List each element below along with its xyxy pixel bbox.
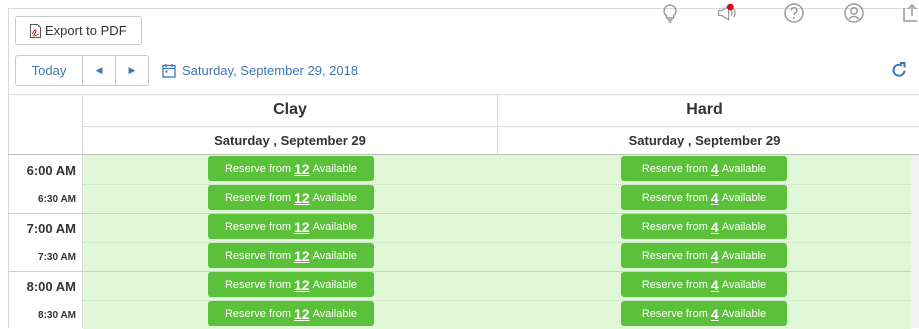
help-icon[interactable] xyxy=(783,2,805,24)
court-header-hard: Hard xyxy=(686,101,723,118)
reserve-count: 4 xyxy=(710,189,719,206)
time-label: 7:30 AM xyxy=(38,252,76,263)
today-button[interactable]: Today xyxy=(16,56,83,85)
export-pdf-label: Export to PDF xyxy=(45,23,127,38)
reserve-suffix: Available xyxy=(312,249,358,262)
reserve-suffix: Available xyxy=(721,249,767,262)
scrollbar[interactable] xyxy=(911,155,919,328)
reserve-count: 4 xyxy=(710,160,719,177)
reserve-prefix: Reserve from xyxy=(224,307,291,320)
user-icon[interactable] xyxy=(843,2,865,24)
date-picker[interactable]: Saturday, September 29, 2018 xyxy=(162,63,358,78)
time-label: 6:30 AM xyxy=(38,194,76,205)
reserve-button-hard[interactable]: Reserve from 4 Available xyxy=(621,185,787,210)
reserve-button-clay[interactable]: Reserve from 12 Available xyxy=(208,214,374,239)
pdf-file-icon xyxy=(30,23,41,38)
reserve-prefix: Reserve from xyxy=(641,162,708,175)
reserve-suffix: Available xyxy=(721,278,767,291)
reserve-count: 12 xyxy=(294,218,310,235)
time-label: 8:30 AM xyxy=(38,310,76,321)
reserve-suffix: Available xyxy=(312,162,358,175)
reserve-count: 12 xyxy=(294,160,310,177)
reserve-prefix: Reserve from xyxy=(641,191,708,204)
reserve-count: 4 xyxy=(710,276,719,293)
reserve-count: 12 xyxy=(294,276,310,293)
reserve-suffix: Available xyxy=(312,191,358,204)
reserve-count: 12 xyxy=(294,305,310,322)
reserve-button-hard[interactable]: Reserve from 4 Available xyxy=(621,272,787,297)
reserve-count: 4 xyxy=(710,305,719,322)
lightbulb-icon[interactable] xyxy=(659,2,681,24)
reserve-suffix: Available xyxy=(721,307,767,320)
slot-divider xyxy=(83,184,911,185)
arrow-right-icon: ▶ xyxy=(128,65,136,75)
court-date-clay: Saturday , September 29 xyxy=(214,132,366,148)
reserve-button-clay[interactable]: Reserve from 12 Available xyxy=(208,185,374,210)
time-label: 8:00 AM xyxy=(26,279,76,294)
reserve-prefix: Reserve from xyxy=(641,307,708,320)
court-date-hard: Saturday , September 29 xyxy=(628,132,781,148)
reserve-count: 4 xyxy=(710,218,719,235)
reservation-grid: Clay Hard Saturday , September 29 Saturd… xyxy=(8,94,919,329)
reserve-button-clay[interactable]: Reserve from 12 Available xyxy=(208,301,374,326)
reserve-prefix: Reserve from xyxy=(224,278,291,291)
reserve-button-hard[interactable]: Reserve from 4 Available xyxy=(621,156,787,181)
reserve-button-hard[interactable]: Reserve from 4 Available xyxy=(621,301,787,326)
next-day-button[interactable]: ▶ xyxy=(115,56,148,85)
date-navigation: Today ◀ ▶ xyxy=(15,55,149,86)
time-label: 6:00 AM xyxy=(26,163,76,178)
reserve-prefix: Reserve from xyxy=(641,220,708,233)
slot-divider xyxy=(83,242,911,243)
reserve-suffix: Available xyxy=(312,278,358,291)
arrow-left-icon: ◀ xyxy=(95,65,103,75)
previous-day-button[interactable]: ◀ xyxy=(83,56,115,85)
reserve-button-clay[interactable]: Reserve from 12 Available xyxy=(208,156,374,181)
reserve-button-hard[interactable]: Reserve from 4 Available xyxy=(621,243,787,268)
reserve-prefix: Reserve from xyxy=(641,249,708,262)
calendar-icon xyxy=(162,64,176,78)
reserve-suffix: Available xyxy=(312,307,358,320)
slot-divider xyxy=(83,300,911,301)
reserve-prefix: Reserve from xyxy=(224,220,291,233)
reserve-button-hard[interactable]: Reserve from 4 Available xyxy=(621,214,787,239)
reserve-prefix: Reserve from xyxy=(641,278,708,291)
megaphone-icon[interactable] xyxy=(716,2,738,24)
reserve-count: 12 xyxy=(294,247,310,264)
reserve-prefix: Reserve from xyxy=(224,191,291,204)
selected-date: Saturday, September 29, 2018 xyxy=(182,63,359,78)
refresh-icon[interactable] xyxy=(890,61,908,79)
reserve-prefix: Reserve from xyxy=(224,162,291,175)
export-icon[interactable] xyxy=(901,2,919,24)
reserve-prefix: Reserve from xyxy=(224,249,291,262)
time-label: 7:00 AM xyxy=(26,221,76,236)
reserve-suffix: Available xyxy=(721,220,767,233)
reserve-button-clay[interactable]: Reserve from 12 Available xyxy=(208,243,374,268)
reserve-count: 4 xyxy=(710,247,719,264)
reserve-button-clay[interactable]: Reserve from 12 Available xyxy=(208,272,374,297)
reserve-suffix: Available xyxy=(312,220,358,233)
reserve-suffix: Available xyxy=(721,191,767,204)
court-header-clay: Clay xyxy=(273,101,307,118)
reserve-suffix: Available xyxy=(721,162,767,175)
export-pdf-button[interactable]: Export to PDF xyxy=(15,16,142,45)
reserve-count: 12 xyxy=(294,189,310,206)
